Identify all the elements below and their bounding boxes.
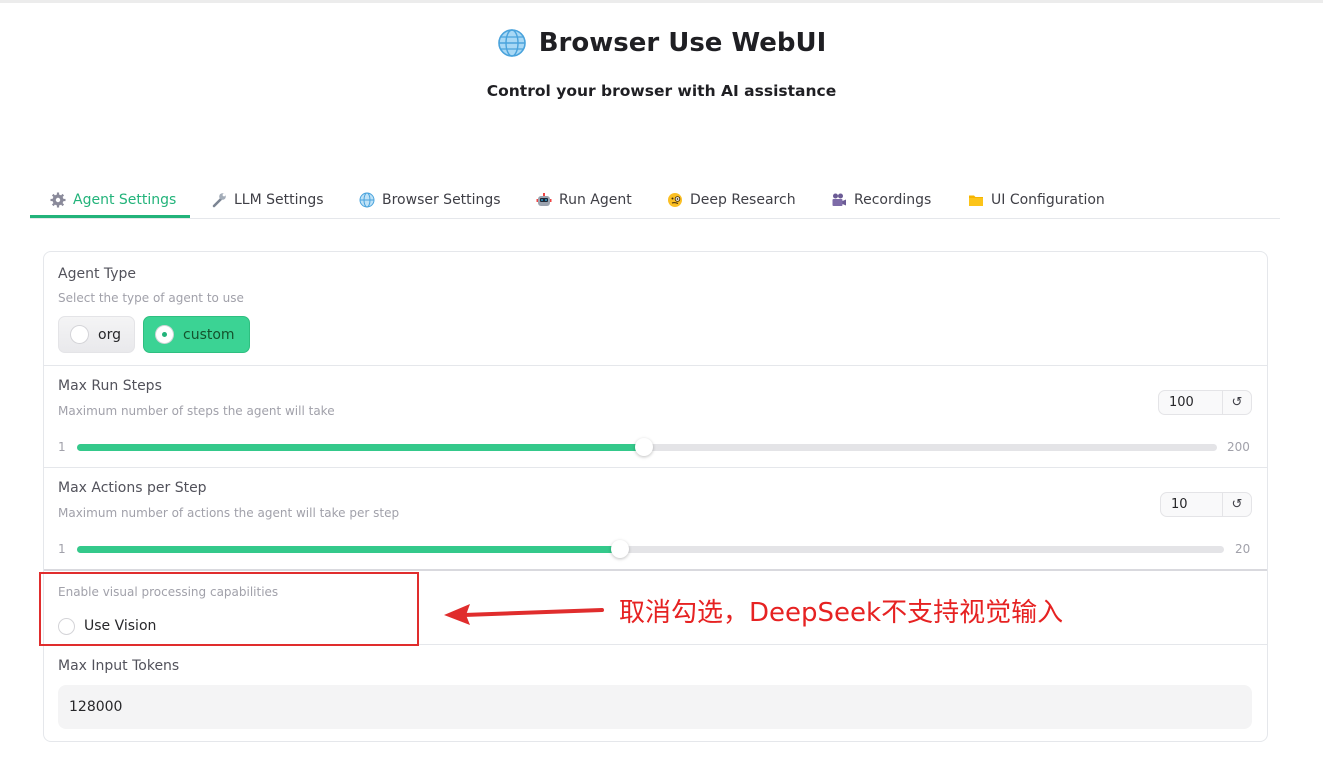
gear-icon <box>50 192 66 207</box>
max-actions-input[interactable]: 10 ↺ <box>1160 492 1252 517</box>
max-input-tokens-label: Max Input Tokens <box>58 658 180 674</box>
radio-indicator <box>71 326 88 343</box>
max-input-tokens-input[interactable]: 128000 <box>58 685 1252 729</box>
tab-label: Browser Settings <box>382 191 501 208</box>
tab-bar: Agent Settings LLM Settings Browser Sett… <box>30 182 1280 219</box>
radio-org[interactable]: org <box>58 316 135 353</box>
max-run-steps-label: Max Run Steps <box>58 378 162 394</box>
slider-fill <box>77 546 620 553</box>
tab-agent-settings[interactable]: Agent Settings <box>50 182 176 217</box>
reset-icon[interactable]: ↺ <box>1222 391 1251 414</box>
tab-browser-settings[interactable]: Browser Settings <box>359 182 501 217</box>
tab-ui-configuration[interactable]: UI Configuration <box>968 182 1105 217</box>
annotation-arrow-icon <box>444 604 604 625</box>
slider-max: 200 <box>1227 440 1250 454</box>
radio-indicator <box>156 326 173 343</box>
page-title: Browser Use WebUI <box>497 28 827 58</box>
input-value: 128000 <box>69 699 123 715</box>
annotation-highlight-box <box>39 572 419 646</box>
agent-type-group: Agent Type Select the type of agent to u… <box>44 252 1267 365</box>
globe-icon <box>497 29 526 57</box>
tab-label: Agent Settings <box>73 191 177 208</box>
radio-label: org <box>98 326 121 343</box>
robot-icon <box>536 192 552 206</box>
max-actions-slider[interactable] <box>77 540 1224 558</box>
number-value: 100 <box>1169 395 1194 410</box>
tab-deep-research[interactable]: Deep Research <box>667 182 796 217</box>
movie-camera-icon <box>832 193 846 206</box>
tab-run-agent[interactable]: Run Agent <box>536 182 632 217</box>
reset-icon[interactable]: ↺ <box>1222 493 1251 516</box>
radio-label: custom <box>183 326 235 343</box>
tab-label: UI Configuration <box>991 191 1105 208</box>
agent-type-label: Agent Type <box>58 266 137 282</box>
slider-min: 1 <box>58 542 66 556</box>
tab-recordings[interactable]: Recordings <box>831 182 931 217</box>
slider-min: 1 <box>58 440 66 454</box>
slider-max: 20 <box>1235 542 1251 556</box>
app-title: Browser Use WebUI <box>538 28 827 58</box>
max-actions-group: Max Actions per Step Maximum number of a… <box>44 468 1267 569</box>
page-subtitle: Control your browser with AI assistance <box>486 82 837 100</box>
active-tab-indicator <box>30 215 190 218</box>
header: Browser Use WebUI <box>0 28 1323 62</box>
max-run-steps-info: Maximum number of steps the agent will t… <box>58 404 335 418</box>
slider-thumb[interactable] <box>611 540 629 558</box>
tab-label: Run Agent <box>559 191 632 208</box>
annotation-text: 取消勾选，DeepSeek不支持视觉输入 <box>619 598 1064 628</box>
tab-label: Deep Research <box>690 191 796 208</box>
tab-llm-settings[interactable]: LLM Settings <box>211 182 324 217</box>
folder-icon <box>969 195 983 206</box>
globe-icon <box>359 192 375 207</box>
agent-settings-panel: Agent Type Select the type of agent to u… <box>43 251 1268 742</box>
slider-thumb[interactable] <box>635 438 653 456</box>
max-actions-info: Maximum number of actions the agent will… <box>58 506 400 520</box>
slider-fill <box>77 444 644 451</box>
max-run-steps-input[interactable]: 100 ↺ <box>1158 390 1252 415</box>
tab-label: LLM Settings <box>234 191 324 208</box>
max-run-steps-slider[interactable] <box>77 438 1217 456</box>
agent-type-info: Select the type of agent to use <box>58 291 244 305</box>
number-value: 10 <box>1171 497 1188 512</box>
radio-custom[interactable]: custom <box>143 316 250 353</box>
max-run-steps-group: Max Run Steps Maximum number of steps th… <box>44 366 1267 467</box>
wrench-icon <box>212 192 226 207</box>
max-actions-label: Max Actions per Step <box>58 480 207 496</box>
tab-label: Recordings <box>854 191 932 208</box>
top-border <box>0 0 1323 3</box>
monocle-face-icon <box>668 192 682 207</box>
